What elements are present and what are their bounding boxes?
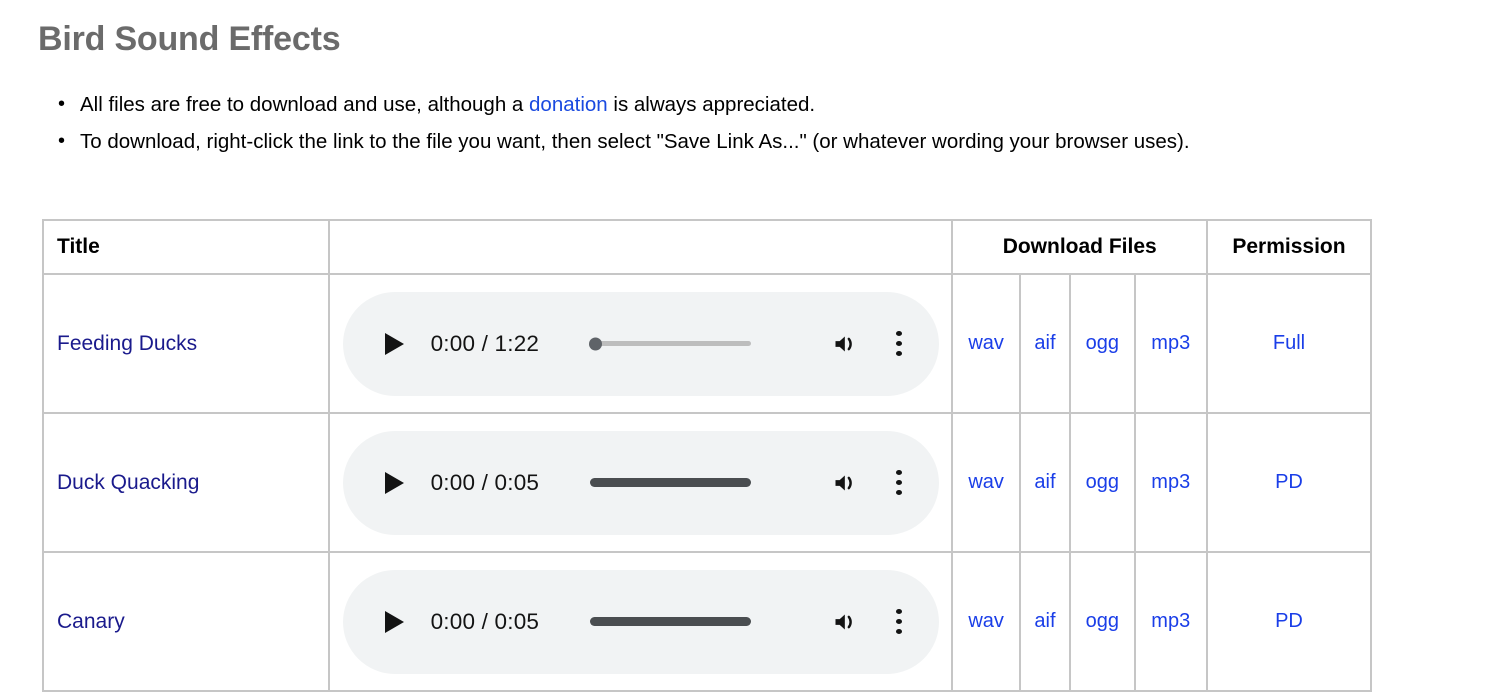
permission-link[interactable]: PD	[1275, 471, 1303, 493]
table-header-row: Title Download Files Permission	[42, 219, 1373, 275]
menu-dot	[895, 609, 902, 614]
column-header-permission: Permission	[1205, 219, 1373, 275]
cell-permission: Full	[1205, 273, 1373, 414]
menu-dot	[895, 341, 902, 346]
intro-list-item-2: To download, right-click the link to the…	[58, 123, 1500, 160]
time-display: 0:00 / 1:22	[430, 330, 540, 356]
progress-slider[interactable]	[539, 607, 802, 637]
time-display: 0:00 / 0:05	[430, 469, 540, 495]
play-icon[interactable]	[379, 468, 409, 498]
cell-download-wav: wav	[951, 551, 1021, 692]
donation-link[interactable]: donation	[529, 93, 608, 116]
table-row: Feeding Ducks 0:00 / 1:22 wav aif ogg mp…	[42, 273, 1373, 414]
cell-download-ogg: ogg	[1069, 412, 1136, 553]
download-link-wav[interactable]: wav	[968, 471, 1004, 493]
download-link-ogg[interactable]: ogg	[1086, 332, 1119, 354]
cell-audio-player: 0:00 / 1:22	[327, 273, 954, 414]
progress-track	[590, 478, 752, 487]
volume-icon[interactable]	[831, 607, 861, 637]
sound-title-link[interactable]: Canary	[57, 610, 125, 633]
download-link-mp3[interactable]: mp3	[1151, 332, 1190, 354]
cell-permission: PD	[1205, 551, 1373, 692]
download-link-ogg[interactable]: ogg	[1086, 471, 1119, 493]
download-link-aif[interactable]: aif	[1034, 471, 1055, 493]
sound-title-link[interactable]: Feeding Ducks	[57, 332, 197, 355]
play-icon[interactable]	[379, 607, 409, 637]
cell-download-mp3: mp3	[1133, 273, 1208, 414]
audio-player[interactable]: 0:00 / 0:05	[342, 430, 939, 535]
cell-download-mp3: mp3	[1133, 551, 1208, 692]
cell-download-wav: wav	[951, 412, 1021, 553]
permission-link[interactable]: Full	[1273, 332, 1305, 354]
cell-permission: PD	[1205, 412, 1373, 553]
intro-list: All files are free to download and use, …	[38, 86, 1500, 160]
cell-download-ogg: ogg	[1069, 273, 1136, 414]
permission-link[interactable]: PD	[1275, 610, 1303, 632]
menu-dot	[895, 490, 902, 495]
download-link-aif[interactable]: aif	[1034, 332, 1055, 354]
more-vertical-icon[interactable]	[887, 607, 911, 637]
cell-download-ogg: ogg	[1069, 551, 1136, 692]
cell-download-aif: aif	[1018, 273, 1072, 414]
progress-slider[interactable]	[539, 329, 802, 359]
intro-list-item-1: All files are free to download and use, …	[58, 86, 1500, 123]
time-display: 0:00 / 0:05	[430, 608, 540, 634]
audio-player[interactable]: 0:00 / 1:22	[342, 291, 939, 396]
progress-knob[interactable]	[588, 337, 602, 350]
download-link-wav[interactable]: wav	[968, 332, 1004, 354]
volume-icon[interactable]	[831, 468, 861, 498]
intro-text-before-link: All files are free to download and use, …	[80, 93, 530, 116]
table-header: Title Download Files Permission	[42, 219, 1373, 275]
download-link-mp3[interactable]: mp3	[1151, 610, 1190, 632]
more-vertical-icon[interactable]	[887, 468, 911, 498]
table-row: Duck Quacking 0:00 / 0:05 wav aif ogg mp…	[42, 412, 1373, 553]
cell-audio-player: 0:00 / 0:05	[327, 412, 954, 553]
audio-player[interactable]: 0:00 / 0:05	[342, 569, 939, 674]
column-header-title: Title	[42, 219, 330, 275]
cell-audio-player: 0:00 / 0:05	[327, 551, 954, 692]
download-link-aif[interactable]: aif	[1034, 610, 1055, 632]
sound-title-link[interactable]: Duck Quacking	[57, 471, 199, 494]
sound-effects-table: Title Download Files Permission Feeding …	[42, 219, 1373, 692]
menu-dot	[895, 480, 902, 485]
table-body: Feeding Ducks 0:00 / 1:22 wav aif ogg mp…	[42, 273, 1373, 692]
cell-download-aif: aif	[1018, 412, 1072, 553]
cell-download-wav: wav	[951, 273, 1021, 414]
cell-download-aif: aif	[1018, 551, 1072, 692]
menu-dot	[895, 629, 902, 634]
cell-title: Canary	[42, 551, 330, 692]
page-title: Bird Sound Effects	[38, 20, 341, 58]
column-header-download-files: Download Files	[951, 219, 1208, 275]
more-vertical-icon[interactable]	[887, 329, 911, 359]
page-root: Bird Sound Effects All files are free to…	[0, 0, 1500, 692]
progress-track	[590, 617, 752, 626]
menu-dot	[895, 470, 902, 475]
download-link-ogg[interactable]: ogg	[1086, 610, 1119, 632]
download-link-mp3[interactable]: mp3	[1151, 471, 1190, 493]
cell-download-mp3: mp3	[1133, 412, 1208, 553]
progress-slider[interactable]	[539, 468, 802, 498]
cell-title: Duck Quacking	[42, 412, 330, 553]
column-header-player	[327, 219, 954, 275]
menu-dot	[895, 351, 902, 356]
progress-track	[588, 337, 751, 350]
play-icon[interactable]	[379, 329, 409, 359]
volume-icon[interactable]	[831, 329, 861, 359]
cell-title: Feeding Ducks	[42, 273, 330, 414]
download-link-wav[interactable]: wav	[968, 610, 1004, 632]
menu-dot	[895, 331, 902, 336]
menu-dot	[895, 619, 902, 624]
intro-text-after-link: is always appreciated.	[607, 93, 816, 116]
table-row: Canary 0:00 / 0:05 wav aif ogg mp3 PD	[42, 551, 1373, 692]
